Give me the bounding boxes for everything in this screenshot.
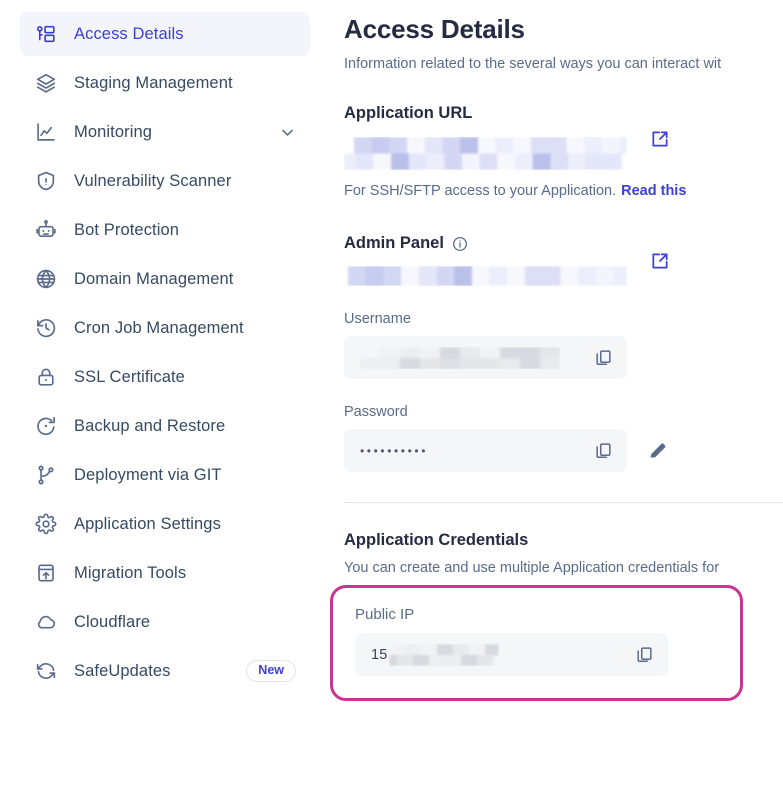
admin-panel-heading-label: Admin Panel [344,234,444,252]
git-branch-icon [34,463,58,487]
sidebar-item-label: Cron Job Management [74,318,244,337]
sidebar-item-vulnerability-scanner[interactable]: Vulnerability Scanner [20,159,310,203]
application-url-row [344,123,783,170]
copy-icon[interactable] [635,645,654,664]
access-details-page: Access Details Staging Management Monitori… [0,0,783,792]
gear-icon [34,512,58,536]
cloud-icon [34,610,58,634]
sidebar-item-safeupdates[interactable]: SafeUpdates New [20,649,310,693]
external-link-icon[interactable] [650,251,670,271]
external-link-icon[interactable] [650,129,670,149]
application-credentials-description: You can create and use multiple Applicat… [344,560,720,576]
sidebar-item-backup-and-restore[interactable]: Backup and Restore [20,404,310,448]
sidebar-item-label: SSL Certificate [74,367,185,386]
sidebar-item-label: Backup and Restore [74,416,226,435]
sidebar-item-label: Staging Management [74,73,233,92]
clock-history-icon [34,316,58,340]
sidebar-item-domain-management[interactable]: Domain Management [20,257,310,301]
read-this-link[interactable]: Read this [621,183,686,199]
sidebar-item-label: Deployment via GIT [74,465,222,484]
sidebar-item-label: Vulnerability Scanner [74,171,232,190]
sidebar-item-ssl-certificate[interactable]: SSL Certificate [20,355,310,399]
public-ip-value-redacted [388,643,499,666]
sidebar-item-cron-job-management[interactable]: Cron Job Management [20,306,310,350]
page-subtitle: Information related to the several ways … [344,56,722,72]
sidebar-item-deployment-via-git[interactable]: Deployment via GIT [20,453,310,497]
section-divider [344,502,783,503]
copy-icon[interactable] [594,348,613,367]
password-field[interactable]: •••••••••• [344,429,627,472]
sidebar-item-label: Monitoring [74,122,153,141]
sidebar-nav: Access Details Staging Management Monitori… [0,0,330,792]
password-value: •••••••••• [360,443,429,458]
sidebar-item-label: Application Settings [74,514,221,533]
status-badge-new: New [246,660,296,682]
info-circle-icon[interactable] [452,236,468,252]
application-url-value-redacted [344,137,627,170]
chart-line-icon [34,120,58,144]
layers-icon [34,71,58,95]
username-field[interactable] [344,336,627,379]
ssh-sftp-hint: For SSH/SFTP access to your Application.… [344,183,783,199]
ssh-sftp-hint-text: For SSH/SFTP access to your Application. [344,183,617,199]
refresh-sync-icon [34,659,58,683]
copy-icon[interactable] [594,441,613,460]
public-ip-label: Public IP [355,606,415,623]
restore-arrow-icon [34,414,58,438]
password-label: Password [344,404,408,420]
globe-www-icon [34,267,58,291]
migration-upload-icon [34,561,58,585]
sidebar-item-label: Bot Protection [74,220,180,239]
robot-icon [34,218,58,242]
sidebar-item-label: Cloudflare [74,612,151,631]
application-url-heading-label: Application URL [344,104,473,122]
sidebar-item-cloudflare[interactable]: Cloudflare [20,600,310,644]
public-ip-field[interactable]: 15 [355,633,668,676]
admin-panel-url-row [344,253,783,286]
sidebar-item-label: SafeUpdates [74,661,171,680]
pencil-edit-icon[interactable] [647,429,668,472]
admin-panel-heading: Admin Panel [344,234,783,253]
public-ip-highlight-callout: Public IP 15 [330,585,743,701]
application-credentials-heading-label: Application Credentials [344,531,529,549]
chevron-down-icon[interactable] [279,124,296,141]
shield-warning-icon [34,169,58,193]
key-card-icon [34,22,58,46]
sidebar-item-label: Domain Management [74,269,234,288]
page-title: Access Details [344,14,525,44]
sidebar-item-label: Migration Tools [74,563,187,582]
main-content: Access Details Information related to th… [330,0,783,792]
public-ip-value-prefix: 15 [371,646,388,663]
application-url-heading: Application URL [344,104,783,123]
lock-icon [34,365,58,389]
admin-panel-url-redacted [344,266,627,286]
username-value-redacted [360,346,560,369]
username-label: Username [344,311,411,327]
sidebar-item-label: Access Details [74,24,184,43]
password-row: •••••••••• [344,420,783,472]
sidebar-item-bot-protection[interactable]: Bot Protection [20,208,310,252]
application-credentials-heading: Application Credentials [344,531,783,550]
sidebar-item-access-details[interactable]: Access Details [20,12,310,56]
sidebar-item-application-settings[interactable]: Application Settings [20,502,310,546]
sidebar-item-staging-management[interactable]: Staging Management [20,61,310,105]
sidebar-item-monitoring[interactable]: Monitoring [20,110,310,154]
sidebar-item-migration-tools[interactable]: Migration Tools [20,551,310,595]
